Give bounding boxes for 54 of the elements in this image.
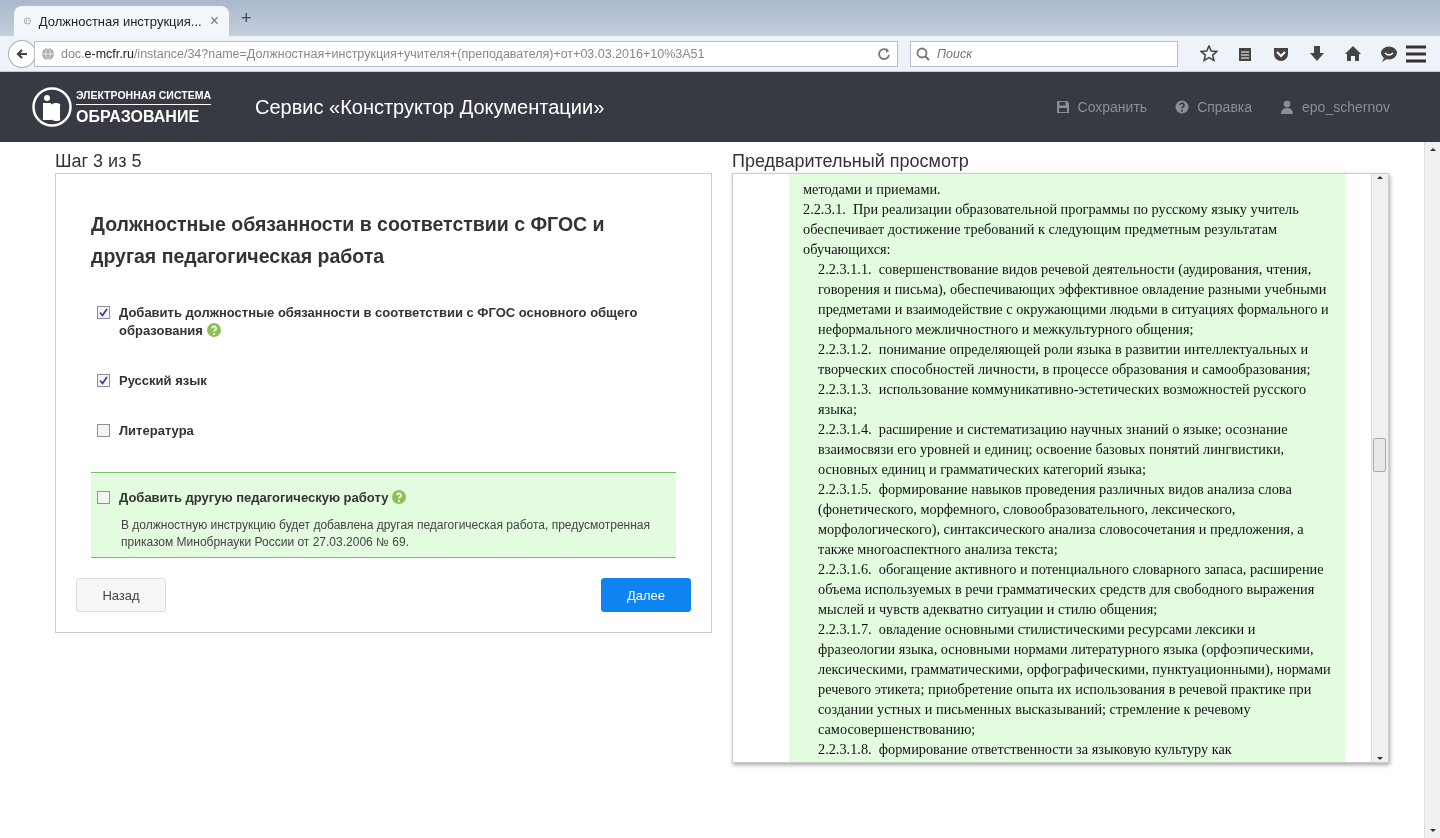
preview-label: Предварительный просмотр — [732, 150, 970, 173]
description-text: В должностную инструкцию будет добавлена другая педагогическая работа, предусмотренная приказом Минобрнауки России от 27.03.2006 № 69. — [121, 517, 651, 551]
scroll-down-icon[interactable] — [1428, 828, 1437, 834]
logo-emblem-icon — [32, 87, 72, 127]
scroll-up-icon[interactable] — [1376, 174, 1384, 180]
document-paragraph: 2.2.3.1.6. обогащение активного и потенциального словарного запаса, расширение объема используемых в речи грамматических средств для свободного выражения мыслей и чувств адекватно ситуации и стилю общения; — [817, 560, 1325, 619]
new-tab-icon[interactable]: + — [235, 7, 258, 29]
next-button[interactable]: Далее — [601, 578, 691, 612]
scrollbar-thumb[interactable] — [1373, 438, 1386, 472]
user-icon — [1280, 100, 1295, 114]
globe-icon — [40, 46, 55, 61]
close-icon[interactable]: × — [209, 12, 219, 30]
document-paragraph: 2.2.3.1.7. овладение основными стилистическими ресурсами лексики и фразеологии языка, основными нормами литературного языка (орфоэпическими, лексическими, грамматическими, орфографическими, пунктуационными), нормами речевого этикета; приобретение опыта их использования в речевой практике при создании устных и письменных высказываний; стремление к речевому самосовершенствованию; — [817, 620, 1331, 739]
checkbox[interactable] — [97, 424, 110, 437]
document-paragraph: 2.2.3.1.4. расширение и систематизацию научных знаний о языке; осознание взаимосвязи его уровней и единиц; освоение базовых понятий лингвистики, основных единиц и грамматических категорий языка; — [817, 420, 1289, 479]
home-icon[interactable] — [1344, 44, 1363, 63]
checkbox[interactable] — [97, 374, 110, 387]
document-paragraph: 2.2.3.1.3. использование коммуникативно-эстетических возможностей русского языка; — [817, 380, 1308, 419]
document-paragraph: 2.2.3.1.8. формирование ответственности за языковую культуру как — [817, 740, 1233, 759]
search-field[interactable]: Поиск — [910, 40, 1179, 67]
checkbox-label[interactable]: Русский язык — [119, 372, 639, 390]
nav-link[interactable]: epo_schernov — [1280, 99, 1390, 115]
document-paragraph: 2.2.3.1.5. формирование навыков проведения различных видов анализа слова (фонетического, морфемного, словообразовательного, лексического, морфологического), синтаксического анализа словосочетания и предложения, а также многоаспектного анализа текста; — [817, 480, 1305, 559]
section-heading: Должностные обязанности в соответствии с ФГОС и другая педагогическая работа — [91, 212, 606, 269]
checkbox-label[interactable]: Добавить другую педагогическую работу — [119, 489, 639, 507]
checkbox-label[interactable]: Добавить должностные обязанности в соответствии с ФГОС основного общего образования — [119, 304, 639, 340]
back-button[interactable] — [8, 39, 36, 68]
browser-tab[interactable]: Должностная инструкция... × — [14, 6, 229, 36]
chat-icon[interactable] — [1380, 44, 1399, 63]
url-text: doc.e-mcfr.ru/instance/34?name=Должностная+инструкция+учителя+(преподавателя)+от+03.03.2016+10%3A51 — [60, 46, 706, 61]
star-icon[interactable] — [1200, 44, 1219, 63]
scroll-up-icon[interactable] — [1428, 146, 1437, 152]
document-paragraph: 2.2.3.1. При реализации образовательной программы по русскому языку учитель обеспечивает достижение требований к следующим предметным результатам обучающихся: — [803, 200, 1300, 259]
download-icon[interactable] — [1308, 44, 1327, 63]
checkbox[interactable] — [97, 491, 110, 504]
document-paragraph: методами и приемами. — [803, 180, 942, 199]
logo-text: ЭЛЕКТРОННАЯ СИСТЕМА — [76, 88, 211, 105]
back-button[interactable]: Назад — [76, 578, 166, 612]
step-label: Шаг 3 из 5 — [55, 150, 143, 173]
search-icon — [916, 46, 931, 61]
document-paragraph: 2.2.3.1.1. совершенствование видов речевой деятельности (аудирования, чтения, говорения и письма), обеспечивающих эффективное овладение разными учебными предметами и взаимодействие с окружающими людьми в ситуациях формального и неформального межличностного и межкультурного общения; — [817, 260, 1330, 339]
document-paragraph: 2.2.3.1.2. понимание определяющей роли языка в развитии интеллектуальных и творческих способностей личности, в процессе образования и самообразования; — [817, 340, 1312, 379]
nav-link[interactable]: Сохранить — [1055, 99, 1148, 115]
scroll-down-icon[interactable] — [1376, 756, 1384, 762]
menu-icon[interactable] — [1406, 44, 1426, 63]
checkbox[interactable] — [97, 306, 110, 319]
tab-title: Должностная инструкция... — [38, 13, 202, 29]
service-title: Сервис «Конструктор Документации» — [254, 95, 605, 119]
nav-link[interactable]: Справка — [1175, 99, 1253, 115]
address-field[interactable]: doc.e-mcfr.ru/instance/34?name=Должностная+инструкция+учителя+(преподавателя)+от+03.03.2016+10%3A51 — [33, 40, 899, 67]
question-circle-icon — [1175, 100, 1190, 114]
logo-text: ОБРАЗОВАНИЕ — [76, 107, 201, 126]
checkbox-label[interactable]: Литература — [119, 422, 639, 440]
reload-icon[interactable] — [877, 46, 892, 61]
